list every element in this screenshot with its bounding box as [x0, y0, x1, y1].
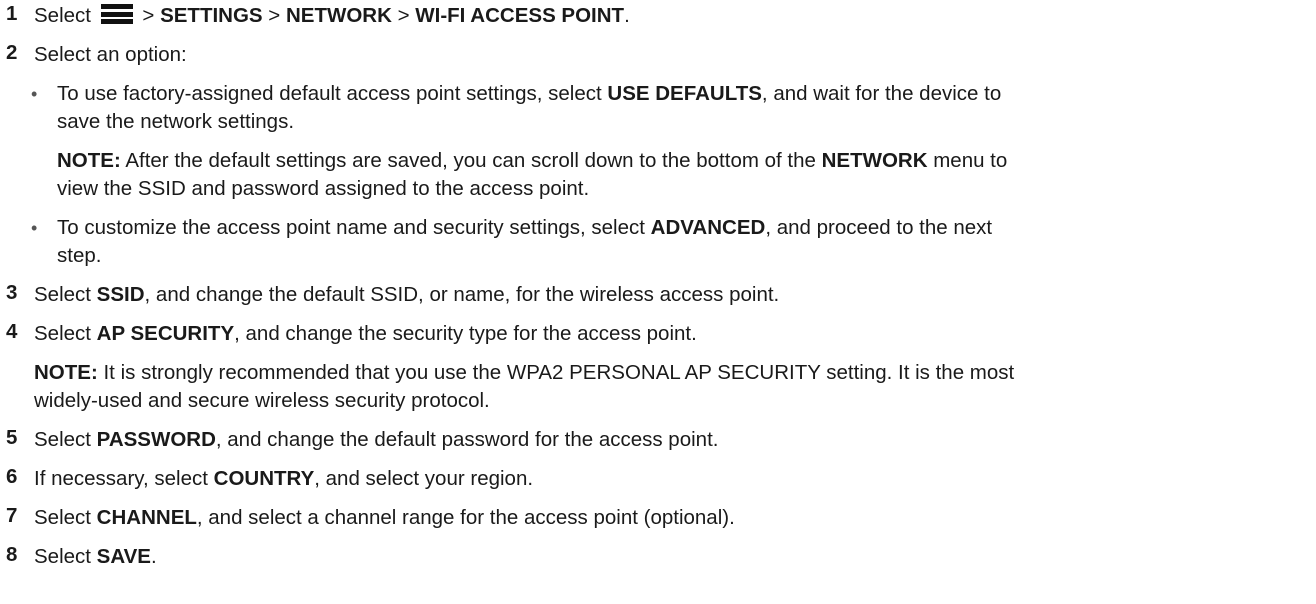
step-number: 4 [6, 320, 18, 343]
step-3-text: Select SSID, and change the default SSID… [34, 283, 780, 306]
bullet: • [31, 218, 38, 238]
note-1-line-1: NOTE: After the default settings are sav… [57, 149, 1008, 172]
step-8-text: Select SAVE. [34, 545, 157, 568]
note-2-line-1: NOTE: It is strongly recommended that yo… [34, 361, 1015, 384]
wifi-access-point-label: WI-FI ACCESS POINT [415, 4, 625, 27]
step-4-text: Select AP SECURITY, and change the secur… [34, 322, 697, 345]
step-6-text: If necessary, select COUNTRY, and select… [34, 467, 534, 490]
option-1-line-2: save the network settings. [57, 110, 295, 133]
step-2-text: Select an option: [34, 43, 187, 66]
step-1-text: Select > SETTINGS > NETWORK > WI-FI ACCE… [34, 3, 630, 27]
step-5-text: Select PASSWORD, and change the default … [34, 428, 719, 451]
settings-label: SETTINGS [160, 4, 263, 27]
network-label: NETWORK [285, 4, 392, 27]
step-number: 7 [6, 504, 18, 527]
note-1-line-2: view the SSID and password assigned to t… [57, 177, 590, 200]
step-7-text: Select CHANNEL, and select a channel ran… [34, 506, 735, 529]
step-number: 1 [6, 2, 18, 25]
step-number: 2 [6, 41, 18, 64]
note-label: NOTE: [34, 361, 98, 384]
step-number: 3 [6, 281, 18, 304]
menu-icon [100, 3, 133, 25]
option-2-line-1: To customize the access point name and s… [57, 216, 993, 239]
note-label: NOTE: [57, 149, 121, 172]
option-2-line-2: step. [57, 244, 102, 267]
bullet: • [31, 84, 38, 104]
option-1-line-1: To use factory-assigned default access p… [57, 82, 1002, 105]
note-2-line-2: widely-used and secure wireless security… [34, 389, 490, 412]
step-number: 8 [6, 543, 18, 566]
step-number: 6 [6, 465, 18, 488]
step-number: 5 [6, 426, 18, 449]
